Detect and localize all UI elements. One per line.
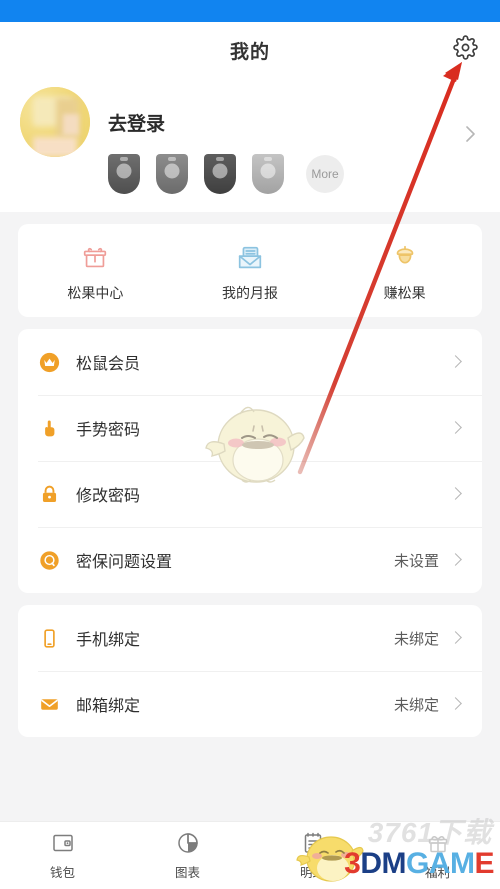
badge-item[interactable] — [204, 154, 236, 194]
chevron-right-icon — [451, 487, 460, 502]
list-note-icon — [300, 830, 326, 856]
chevron-right-icon — [451, 355, 460, 370]
menu-item-label: 密保问题设置 — [76, 554, 173, 571]
menu-item-email-binding[interactable]: 邮箱绑定 未绑定 — [18, 671, 482, 737]
menu-item-label: 手机绑定 — [76, 632, 141, 649]
bottom-navigation: 钱包 图表 明细 福利 — [0, 821, 500, 889]
menu-item-phone-binding[interactable]: 手机绑定 未绑定 — [18, 605, 482, 671]
menu-item-member[interactable]: 松鼠会员 — [18, 329, 482, 395]
quick-action-label: 松果中心 — [67, 285, 124, 301]
chevron-right-icon — [451, 421, 460, 436]
badge-item[interactable] — [108, 154, 140, 194]
menu-item-value: 未绑定 — [393, 630, 439, 648]
profile-section: 去登录 More — [0, 78, 500, 212]
chevron-right-icon — [451, 631, 460, 646]
acorn-icon — [388, 242, 422, 274]
quick-action-label: 我的月报 — [222, 285, 278, 301]
badge-list: More — [108, 154, 480, 194]
quick-action-monthly-report[interactable]: 我的月报 — [173, 242, 328, 303]
pie-chart-icon — [175, 830, 201, 856]
page-title: 我的 — [229, 41, 270, 63]
mail-icon — [38, 693, 60, 715]
gear-icon — [452, 35, 478, 65]
menu-item-value: 未绑定 — [393, 696, 439, 714]
nav-item-label: 钱包 — [49, 866, 75, 880]
menu-item-gesture-password[interactable]: 手势密码 — [18, 395, 482, 461]
login-link[interactable]: 去登录 — [108, 109, 165, 136]
menu-item-label: 邮箱绑定 — [76, 698, 141, 715]
hand-pointer-icon — [38, 417, 60, 439]
menu-item-label: 松鼠会员 — [76, 356, 141, 373]
nav-item-chart[interactable]: 图表 — [125, 830, 250, 881]
quick-actions-card: 松果中心 我的月报 赚松果 — [18, 224, 482, 317]
lock-icon — [38, 483, 60, 505]
app-root: 我的 去登录 More 松果中心 我的月报 赚松果 松鼠会员 手势密码 修改密码… — [0, 0, 500, 889]
chevron-right-icon — [451, 553, 460, 568]
nav-item-label: 明细 — [299, 866, 325, 880]
menu-item-change-password[interactable]: 修改密码 — [18, 461, 482, 527]
envelope-icon — [233, 242, 267, 274]
menu-item-label: 手势密码 — [76, 422, 141, 439]
gift-icon — [78, 242, 112, 274]
menu-item-label: 修改密码 — [76, 488, 141, 505]
quick-action-label: 赚松果 — [383, 285, 426, 301]
chevron-right-icon — [451, 697, 460, 712]
quick-action-earn-songguo[interactable]: 赚松果 — [327, 242, 482, 303]
nav-item-wallet[interactable]: 钱包 — [0, 830, 125, 881]
question-circle-icon — [38, 549, 60, 571]
settings-button[interactable] — [452, 35, 478, 65]
nav-item-label: 福利 — [424, 866, 450, 880]
profile-chevron — [465, 125, 476, 148]
page-header: 我的 — [0, 22, 500, 78]
menu-item-value: 未设置 — [393, 552, 439, 570]
status-bar — [0, 0, 500, 22]
gift-benefit-icon — [425, 830, 451, 856]
menu-item-security-question[interactable]: 密保问题设置 未设置 — [18, 527, 482, 593]
quick-action-songguo-center[interactable]: 松果中心 — [18, 242, 173, 303]
nav-item-benefits[interactable]: 福利 — [375, 830, 500, 881]
badge-item[interactable] — [156, 154, 188, 194]
wallet-icon — [50, 830, 76, 856]
more-badges-button[interactable]: More — [306, 155, 344, 193]
nav-item-details[interactable]: 明细 — [250, 830, 375, 881]
nav-item-label: 图表 — [174, 866, 200, 880]
avatar[interactable] — [20, 87, 90, 157]
phone-icon — [38, 627, 60, 649]
profile-login-row[interactable]: 去登录 — [20, 86, 480, 158]
binding-menu-card: 手机绑定 未绑定 邮箱绑定 未绑定 — [18, 605, 482, 737]
crown-icon — [38, 351, 60, 373]
account-menu-card: 松鼠会员 手势密码 修改密码 密保问题设置 未设置 — [18, 329, 482, 593]
badge-item[interactable] — [252, 154, 284, 194]
